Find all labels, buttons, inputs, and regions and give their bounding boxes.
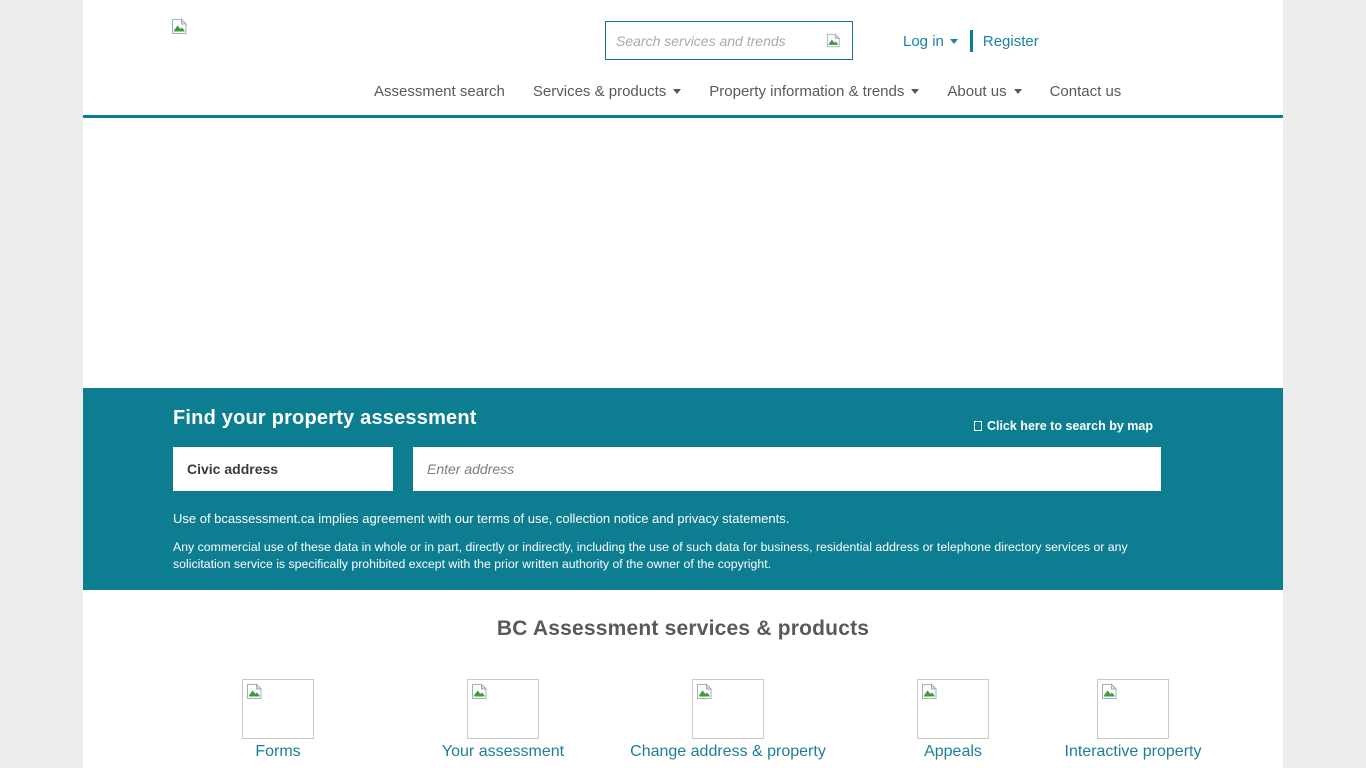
account-divider (970, 30, 973, 52)
service-link-change-address-property[interactable]: Change address & property (616, 743, 840, 761)
your-assessment-broken-image-icon[interactable] (467, 679, 539, 739)
site-search (605, 21, 853, 60)
nav-label: Property information & trends (709, 83, 904, 100)
chevron-down-icon (673, 89, 681, 94)
interactive-property-broken-image-icon[interactable] (1097, 679, 1169, 739)
service-link-interactive-property[interactable]: Interactive property (1021, 743, 1245, 761)
nav-item-about-us[interactable]: About us (933, 83, 1035, 100)
forms-broken-image-icon[interactable] (242, 679, 314, 739)
login-link[interactable]: Log in (903, 33, 958, 50)
copyright-notice-text: Any commercial use of these data in whol… (173, 539, 1169, 573)
chevron-down-icon (911, 89, 919, 94)
register-link[interactable]: Register (983, 33, 1039, 50)
service-tile-interactive-property[interactable]: Interactive property (1021, 679, 1245, 761)
search-button[interactable] (826, 33, 852, 48)
nav-item-assessment-search[interactable]: Assessment search (360, 83, 519, 100)
appeals-broken-image-icon[interactable] (917, 679, 989, 739)
service-tile-your-assessment[interactable]: Your assessment (391, 679, 615, 761)
nav-label: Assessment search (374, 83, 505, 100)
nav-item-contact-us[interactable]: Contact us (1036, 83, 1136, 100)
search-broken-image-icon (826, 36, 842, 51)
search-by-map-link[interactable]: Click here to search by map (974, 419, 1153, 433)
login-label: Log in (903, 33, 944, 50)
services-section-title: BC Assessment services & products (83, 590, 1283, 641)
account-links: Log in Register (903, 30, 1039, 52)
chevron-down-icon (950, 39, 958, 44)
hero-banner-area (83, 118, 1283, 388)
search-type-select[interactable]: Civic address (173, 447, 393, 491)
site-logo-broken-image-icon[interactable] (171, 18, 189, 40)
property-assessment-banner: Find your property assessment Click here… (83, 388, 1283, 590)
change-address-broken-image-icon[interactable] (692, 679, 764, 739)
service-link-forms[interactable]: Forms (166, 743, 390, 761)
nav-label: Contact us (1050, 83, 1122, 100)
address-search-row: Civic address (173, 447, 1161, 491)
nav-label: Services & products (533, 83, 666, 100)
terms-of-use-text: Use of bcassessment.ca implies agreement… (173, 511, 789, 526)
service-link-your-assessment[interactable]: Your assessment (391, 743, 615, 761)
nav-item-property-information-trends[interactable]: Property information & trends (695, 83, 933, 100)
map-icon (974, 421, 982, 431)
main-nav: Assessment search Services & products Pr… (360, 83, 1135, 100)
service-tile-change-address-property[interactable]: Change address & property (616, 679, 840, 761)
nav-item-services-products[interactable]: Services & products (519, 83, 695, 100)
site-search-input[interactable] (606, 33, 826, 49)
service-tile-forms[interactable]: Forms (166, 679, 390, 761)
banner-title: Find your property assessment (173, 407, 477, 430)
services-products-section: BC Assessment services & products Forms … (83, 590, 1283, 763)
nav-label: About us (947, 83, 1006, 100)
site-header: Log in Register Assessment search Servic… (83, 0, 1283, 118)
map-link-label: Click here to search by map (987, 419, 1153, 433)
address-input[interactable] (413, 447, 1161, 491)
page-container: Log in Register Assessment search Servic… (83, 0, 1283, 768)
chevron-down-icon (1014, 89, 1022, 94)
